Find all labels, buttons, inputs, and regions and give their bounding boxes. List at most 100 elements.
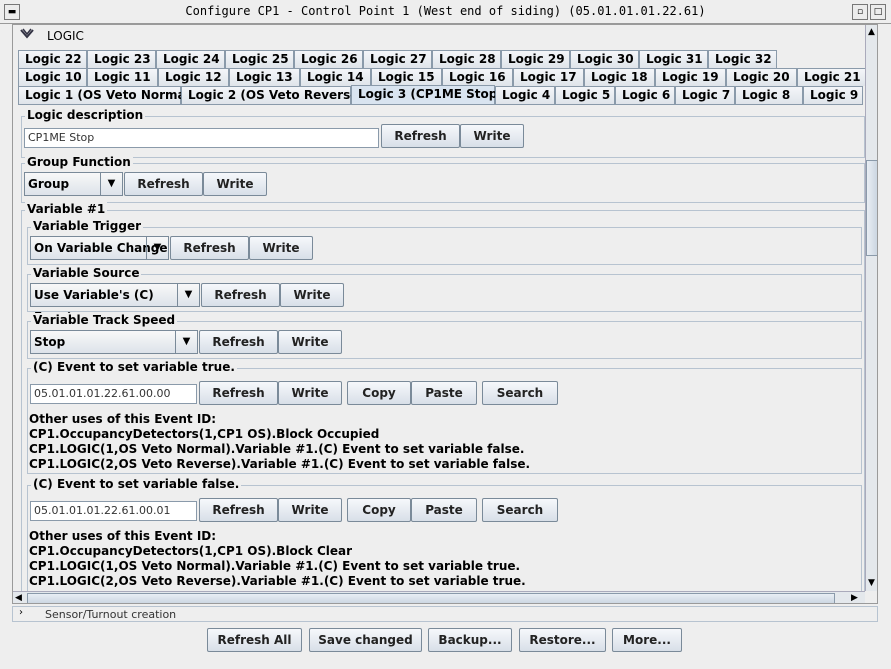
tab-logic-22[interactable]: Logic 22 <box>18 50 87 68</box>
write-button[interactable]: Write <box>278 498 342 522</box>
tab-logic-11[interactable]: Logic 11 <box>87 68 158 86</box>
write-button[interactable]: Write <box>460 124 524 148</box>
save-changed-button[interactable]: Save changed <box>309 628 422 652</box>
variable-trigger-select[interactable]: On Variable Change ▼ <box>30 236 169 260</box>
variable-label: Variable #1 <box>25 202 108 216</box>
vertical-scrollbar[interactable]: ▲ ▼ <box>865 25 877 591</box>
tab-logic-32[interactable]: Logic 32 <box>708 50 777 68</box>
tab-divider <box>18 104 863 105</box>
logic-panel: LOGIC Logic 22 Logic 23 Logic 24 Logic 2… <box>12 24 878 604</box>
event-false-input[interactable]: 05.01.01.01.22.61.00.01 <box>30 501 197 521</box>
logic-description-input[interactable]: CP1ME Stop <box>24 128 379 148</box>
search-button[interactable]: Search <box>482 498 558 522</box>
copy-button[interactable]: Copy <box>347 381 411 405</box>
tab-logic-12[interactable]: Logic 12 <box>158 68 229 86</box>
tab-logic-6[interactable]: Logic 6 <box>615 86 675 104</box>
chevron-right-icon[interactable]: › <box>19 607 23 618</box>
tab-logic-24[interactable]: Logic 24 <box>156 50 225 68</box>
variable-track-speed-value: Stop <box>34 335 66 349</box>
tab-logic-26[interactable]: Logic 26 <box>294 50 363 68</box>
write-button[interactable]: Write <box>278 381 342 405</box>
copy-button[interactable]: Copy <box>347 498 411 522</box>
paste-button[interactable]: Paste <box>411 498 477 522</box>
refresh-button[interactable]: Refresh <box>124 172 203 196</box>
variable-track-speed-label: Variable Track Speed <box>31 313 178 327</box>
tab-logic-29[interactable]: Logic 29 <box>501 50 570 68</box>
tab-logic-31[interactable]: Logic 31 <box>639 50 708 68</box>
paste-button[interactable]: Paste <box>411 381 477 405</box>
tab-logic-17[interactable]: Logic 17 <box>513 68 584 86</box>
tab-logic-10[interactable]: Logic 10 <box>18 68 87 86</box>
title-bar[interactable]: ▬ Configure CP1 - Control Point 1 (West … <box>0 0 891 24</box>
tab-logic-16[interactable]: Logic 16 <box>442 68 513 86</box>
write-button[interactable]: Write <box>278 330 342 354</box>
event-true-label: (C) Event to set variable true. <box>31 360 237 374</box>
tab-logic-25[interactable]: Logic 25 <box>225 50 294 68</box>
tab-logic-8[interactable]: Logic 8 <box>735 86 803 104</box>
tab-logic-28[interactable]: Logic 28 <box>432 50 501 68</box>
scroll-down-icon[interactable]: ▼ <box>868 578 875 588</box>
tab-logic-14[interactable]: Logic 14 <box>300 68 371 86</box>
event-true-use-2: CP1.LOGIC(1,OS Veto Normal).Variable #1.… <box>29 442 525 456</box>
refresh-button[interactable]: Refresh <box>170 236 249 260</box>
tab-logic-1[interactable]: Logic 1 (OS Veto Normal) <box>18 86 195 104</box>
scroll-right-icon[interactable]: ▶ <box>851 593 858 603</box>
vertical-scroll-thumb[interactable] <box>866 160 877 256</box>
tab-logic-20[interactable]: Logic 20 <box>726 68 797 86</box>
maximize-button[interactable]: □ <box>870 4 886 20</box>
logic-description-label: Logic description <box>25 108 146 122</box>
refresh-button[interactable]: Refresh <box>199 330 278 354</box>
search-button[interactable]: Search <box>482 381 558 405</box>
tab-logic-13[interactable]: Logic 13 <box>229 68 300 86</box>
event-true-use-1: CP1.OccupancyDetectors(1,CP1 OS).Block O… <box>29 427 380 441</box>
tab-logic-2[interactable]: Logic 2 (OS Veto Reverse) <box>181 86 364 104</box>
chevron-down-icon: ▼ <box>100 173 122 195</box>
chevron-down-icon: ▼ <box>175 331 197 353</box>
event-false-use-2: CP1.LOGIC(1,OS Veto Normal).Variable #1.… <box>29 559 521 573</box>
sensor-turnout-section[interactable]: › Sensor/Turnout creation <box>12 606 878 622</box>
scroll-left-icon[interactable]: ◀ <box>15 593 22 603</box>
event-true-input[interactable]: 05.01.01.01.22.61.00.00 <box>30 384 197 404</box>
tab-logic-3[interactable]: Logic 3 (CP1ME Stop) <box>351 85 503 105</box>
write-button[interactable]: Write <box>249 236 313 260</box>
event-false-use-1: CP1.OccupancyDetectors(1,CP1 OS).Block C… <box>29 544 353 558</box>
horizontal-scrollbar[interactable]: ◀ ▶ <box>13 591 865 603</box>
refresh-all-button[interactable]: Refresh All <box>207 628 302 652</box>
variable-trigger-label: Variable Trigger <box>31 219 144 233</box>
tab-logic-9[interactable]: Logic 9 <box>803 86 863 104</box>
refresh-button[interactable]: Refresh <box>199 381 278 405</box>
tab-logic-27[interactable]: Logic 27 <box>363 50 432 68</box>
tab-logic-7[interactable]: Logic 7 <box>675 86 735 104</box>
window-title: Configure CP1 - Control Point 1 (West en… <box>185 4 706 18</box>
event-true-uses-label: Other uses of this Event ID: <box>29 412 217 426</box>
minimize-button[interactable]: ▫ <box>852 4 868 20</box>
more-button[interactable]: More... <box>612 628 682 652</box>
horizontal-scroll-thumb[interactable] <box>27 593 835 603</box>
event-false-use-3: CP1.LOGIC(2,OS Veto Reverse).Variable #1… <box>29 574 526 588</box>
tab-logic-23[interactable]: Logic 23 <box>87 50 156 68</box>
tab-logic-15[interactable]: Logic 15 <box>371 68 442 86</box>
refresh-button[interactable]: Refresh <box>381 124 460 148</box>
tab-logic-19[interactable]: Logic 19 <box>655 68 726 86</box>
tab-logic-18[interactable]: Logic 18 <box>584 68 655 86</box>
group-function-select[interactable]: Group ▼ <box>24 172 123 196</box>
group-function-label: Group Function <box>25 155 133 169</box>
tab-logic-30[interactable]: Logic 30 <box>570 50 639 68</box>
chevron-down-icon: ▼ <box>146 237 168 259</box>
logic-header-label: LOGIC <box>47 29 84 43</box>
backup-button[interactable]: Backup... <box>428 628 512 652</box>
tab-logic-5[interactable]: Logic 5 <box>555 86 615 104</box>
refresh-button[interactable]: Refresh <box>199 498 278 522</box>
write-button[interactable]: Write <box>203 172 267 196</box>
tab-logic-4[interactable]: Logic 4 <box>495 86 555 104</box>
write-button[interactable]: Write <box>280 283 344 307</box>
event-false-uses-label: Other uses of this Event ID: <box>29 529 217 543</box>
refresh-button[interactable]: Refresh <box>201 283 280 307</box>
sensor-turnout-label: Sensor/Turnout creation <box>45 608 177 621</box>
chevron-down-icon: ▼ <box>177 284 199 306</box>
scroll-up-icon[interactable]: ▲ <box>868 27 875 37</box>
variable-source-select[interactable]: Use Variable's (C) Events ▼ <box>30 283 200 324</box>
restore-button[interactable]: Restore... <box>519 628 606 652</box>
chevron-down-icon[interactable] <box>19 28 35 43</box>
variable-track-speed-select[interactable]: Stop ▼ <box>30 330 198 354</box>
